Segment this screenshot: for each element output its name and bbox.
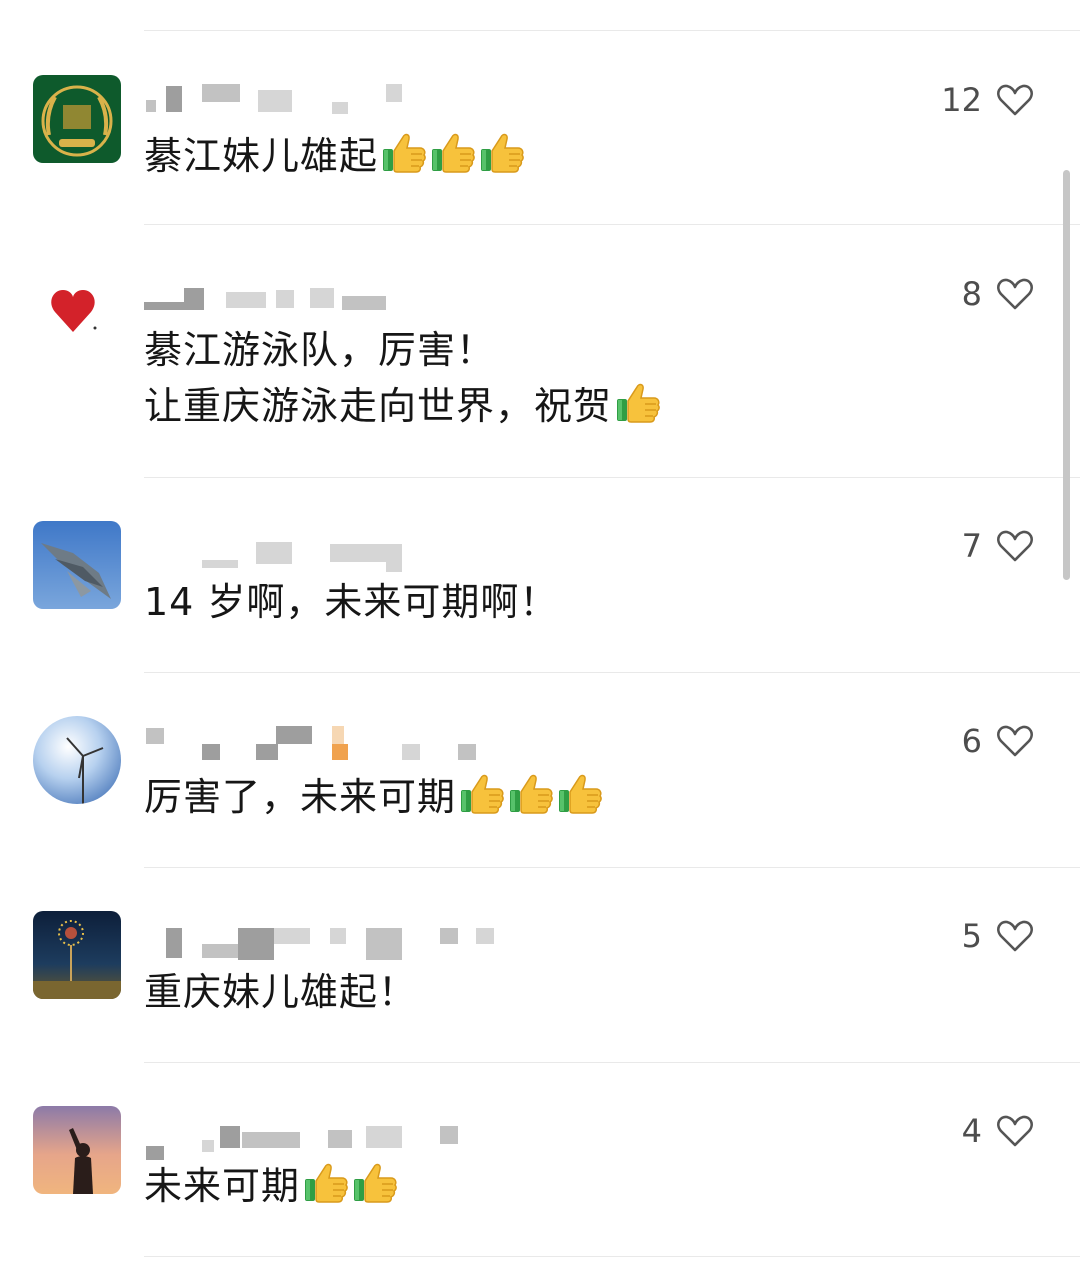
thumbs-up-emoji-icon [303,1159,349,1205]
thumbs-group [378,133,525,178]
red-heart-avatar-icon[interactable] [33,268,121,356]
comment-divider [144,672,1080,673]
thumbs-up-emoji-icon [381,129,427,175]
comment-text-line: 厉害了，未来可期 [144,775,457,819]
like-area[interactable]: 8 [962,274,1034,314]
like-area[interactable]: 7 [962,526,1034,566]
wind-turbine-sky-avatar-icon[interactable] [33,716,121,804]
comment-text: 未来可期 [144,1158,398,1214]
comment-divider [144,1256,1080,1257]
sunset-silhouette-avatar-icon[interactable] [33,1106,121,1194]
fighter-jet-avatar-icon[interactable] [33,521,121,609]
comment-divider [144,867,1080,868]
like-count: 7 [961,527,982,565]
like-area[interactable]: 12 [941,80,1034,120]
comment-text-line: 让重庆游泳走向世界，祝贺 [144,384,613,428]
username-redacted[interactable] [144,1124,524,1160]
scrollbar[interactable] [1063,170,1070,580]
comment-divider [144,477,1080,478]
thumbs-up-emoji-icon [430,129,476,175]
username-redacted[interactable] [144,82,524,116]
comment-divider [144,224,1080,225]
comment-text: 重庆妹儿雄起！ [144,964,417,1020]
comment-divider [144,1062,1080,1063]
comment-text: 14 岁啊，未来可期啊！ [144,574,558,630]
like-count: 4 [961,1112,982,1150]
thumbs-up-emoji-icon [479,129,525,175]
thumbs-up-emoji-icon [557,770,603,816]
heart-outline-icon[interactable] [996,277,1034,311]
heart-outline-icon[interactable] [996,1114,1034,1148]
thumbs-group [612,383,661,428]
like-count: 8 [961,275,982,313]
heart-outline-icon[interactable] [996,83,1034,117]
like-area[interactable]: 6 [962,721,1034,761]
like-count: 12 [941,81,982,119]
comment-text-line: 綦江妹儿雄起 [144,134,379,178]
fireworks-night-avatar-icon[interactable] [33,911,121,999]
comment-text: 綦江妹儿雄起 [144,128,525,184]
username-redacted[interactable] [144,926,524,960]
username-redacted[interactable] [144,724,524,760]
like-area[interactable]: 4 [962,1111,1034,1151]
comment-text: 綦江游泳队，厉害！ 让重庆游泳走向世界，祝贺 [144,322,661,434]
heart-outline-icon[interactable] [996,724,1034,758]
thumbs-group [456,774,603,819]
comment-text: 厉害了，未来可期 [144,769,603,825]
thumbs-up-emoji-icon [508,770,554,816]
like-area[interactable]: 5 [962,916,1034,956]
heart-outline-icon[interactable] [996,529,1034,563]
comment-text-line: 14 岁啊，未来可期啊！ [144,580,559,624]
comment-text-line: 綦江游泳队，厉害！ [144,328,496,372]
like-count: 6 [961,722,982,760]
comment-divider [144,30,1080,31]
wheat-emblem-avatar-icon[interactable] [33,75,121,163]
username-redacted[interactable] [144,540,524,574]
thumbs-up-emoji-icon [615,379,661,425]
thumbs-group [300,1163,398,1208]
thumbs-up-emoji-icon [459,770,505,816]
comment-text-line: 重庆妹儿雄起！ [144,970,418,1014]
thumbs-up-emoji-icon [352,1159,398,1205]
heart-outline-icon[interactable] [996,919,1034,953]
username-redacted[interactable] [144,282,524,316]
like-count: 5 [961,917,982,955]
comment-text-line: 未来可期 [144,1164,301,1208]
